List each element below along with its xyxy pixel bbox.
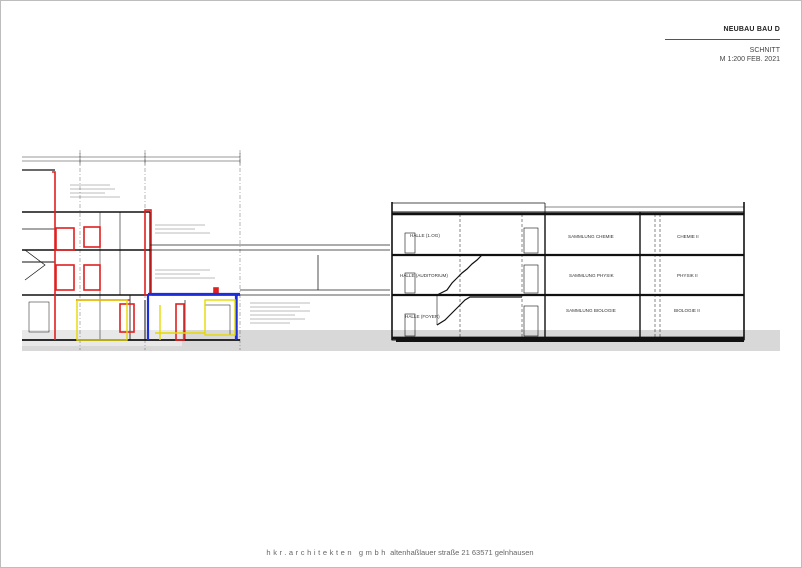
room-label: HALLE (AUDITORIUM) — [400, 273, 448, 278]
firm-name: hkr.architekten gmbh — [266, 548, 389, 557]
new-building — [391, 202, 745, 342]
room-label: CHEMIE II — [677, 234, 699, 239]
room-label: PHYSIK II — [677, 273, 698, 278]
room-label: SAMMLUNG CHEMIE — [568, 234, 614, 239]
room-label: SAMMLUNG BIOLOGIE — [566, 308, 616, 313]
room-label: HALLE (FOYER) — [405, 314, 440, 319]
room-label: SAMMLUNG PHYSIK — [569, 273, 615, 278]
section-drawing: HALLE (1.OG) HALLE (AUDITORIUM) HALLE (F… — [22, 150, 780, 351]
annotation-lines — [70, 184, 310, 324]
firm-address: altenhaßlauer straße 21 63571 gelnhausen — [390, 548, 534, 557]
dimension-line — [22, 153, 241, 165]
room-label: HALLE (1.OG) — [410, 233, 440, 238]
room-label: BIOLOGIE II — [674, 308, 700, 313]
footer: hkr.architekten gmbh altenhaßlauer straß… — [0, 548, 800, 557]
